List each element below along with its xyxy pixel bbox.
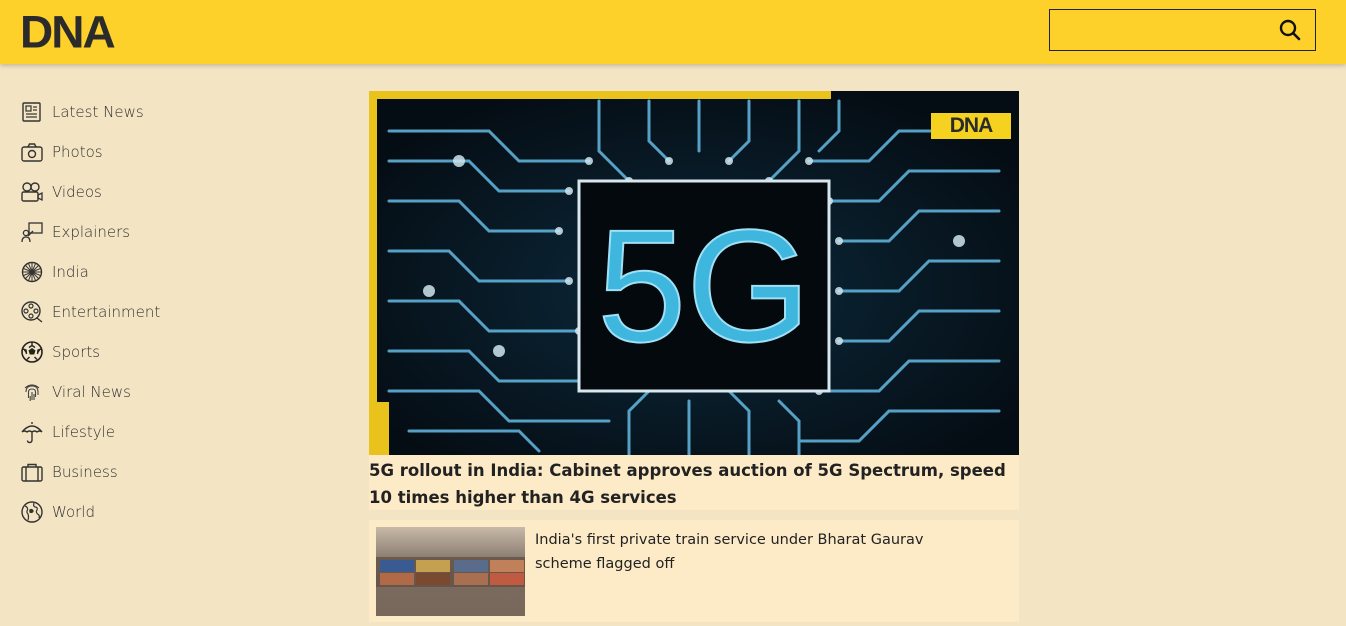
dna-watermark: DNA — [931, 113, 1011, 139]
hero-frame — [369, 91, 377, 455]
search-button[interactable] — [1279, 19, 1301, 41]
ashoka-chakra-icon — [20, 260, 44, 284]
sidebar-item-label: India — [52, 263, 89, 281]
sidebar-item-world[interactable]: World — [20, 492, 220, 532]
story-thumbnail[interactable] — [376, 527, 525, 616]
sidebar-item-label: Latest News — [52, 103, 144, 121]
video-camera-icon — [20, 180, 44, 204]
hero-image-text: 5G — [597, 196, 810, 375]
sidebar-item-label: Business — [52, 463, 118, 481]
sidebar-item-entertainment[interactable]: Entertainment — [20, 292, 220, 332]
search-icon — [1279, 19, 1301, 41]
camera-icon — [20, 140, 44, 164]
search-input[interactable] — [1050, 10, 1270, 50]
hero-frame — [369, 402, 389, 455]
film-reel-icon — [20, 300, 44, 324]
train-thumbnail-image — [376, 527, 525, 616]
hero-story[interactable]: 5G DNA 5G rollout in India: Cabinet appr… — [369, 91, 1019, 510]
hero-image[interactable]: 5G DNA — [369, 91, 1019, 455]
sidebar-item-explainers[interactable]: Explainers — [20, 212, 220, 252]
sidebar-item-india[interactable]: India — [20, 252, 220, 292]
sidebar-item-label: Videos — [52, 183, 102, 201]
site-header: DNA — [0, 0, 1346, 64]
globe-icon — [20, 500, 44, 524]
sidebar-nav: Latest News Photos Videos Explainers Ind… — [20, 92, 220, 532]
sidebar-item-photos[interactable]: Photos — [20, 132, 220, 172]
presenter-icon — [20, 220, 44, 244]
newspaper-icon — [20, 100, 44, 124]
fingerprint-icon — [20, 380, 44, 404]
sidebar-item-label: Lifestyle — [52, 423, 116, 441]
sidebar-item-videos[interactable]: Videos — [20, 172, 220, 212]
sidebar-item-viral-news[interactable]: Viral News — [20, 372, 220, 412]
story-card[interactable]: India's first private train service unde… — [369, 520, 1019, 622]
briefcase-icon — [20, 460, 44, 484]
sidebar-item-label: Photos — [52, 143, 103, 161]
sidebar-item-latest-news[interactable]: Latest News — [20, 92, 220, 132]
football-icon — [20, 340, 44, 364]
circuit-board-5g-image: 5G — [369, 91, 1019, 455]
umbrella-icon — [20, 420, 44, 444]
sidebar-item-sports[interactable]: Sports — [20, 332, 220, 372]
sidebar-item-business[interactable]: Business — [20, 452, 220, 492]
sidebar-item-label: World — [52, 503, 95, 521]
dna-logo[interactable]: DNA — [20, 9, 116, 54]
sidebar-item-label: Viral News — [52, 383, 131, 401]
hero-frame — [369, 91, 831, 99]
hero-headline[interactable]: 5G rollout in India: Cabinet approves au… — [369, 455, 1019, 511]
sidebar-item-label: Entertainment — [52, 303, 161, 321]
sidebar-item-lifestyle[interactable]: Lifestyle — [20, 412, 220, 452]
story-headline[interactable]: India's first private train service unde… — [535, 528, 975, 576]
search-box — [1049, 9, 1316, 51]
sidebar-item-label: Sports — [52, 343, 101, 361]
sidebar-item-label: Explainers — [52, 223, 131, 241]
